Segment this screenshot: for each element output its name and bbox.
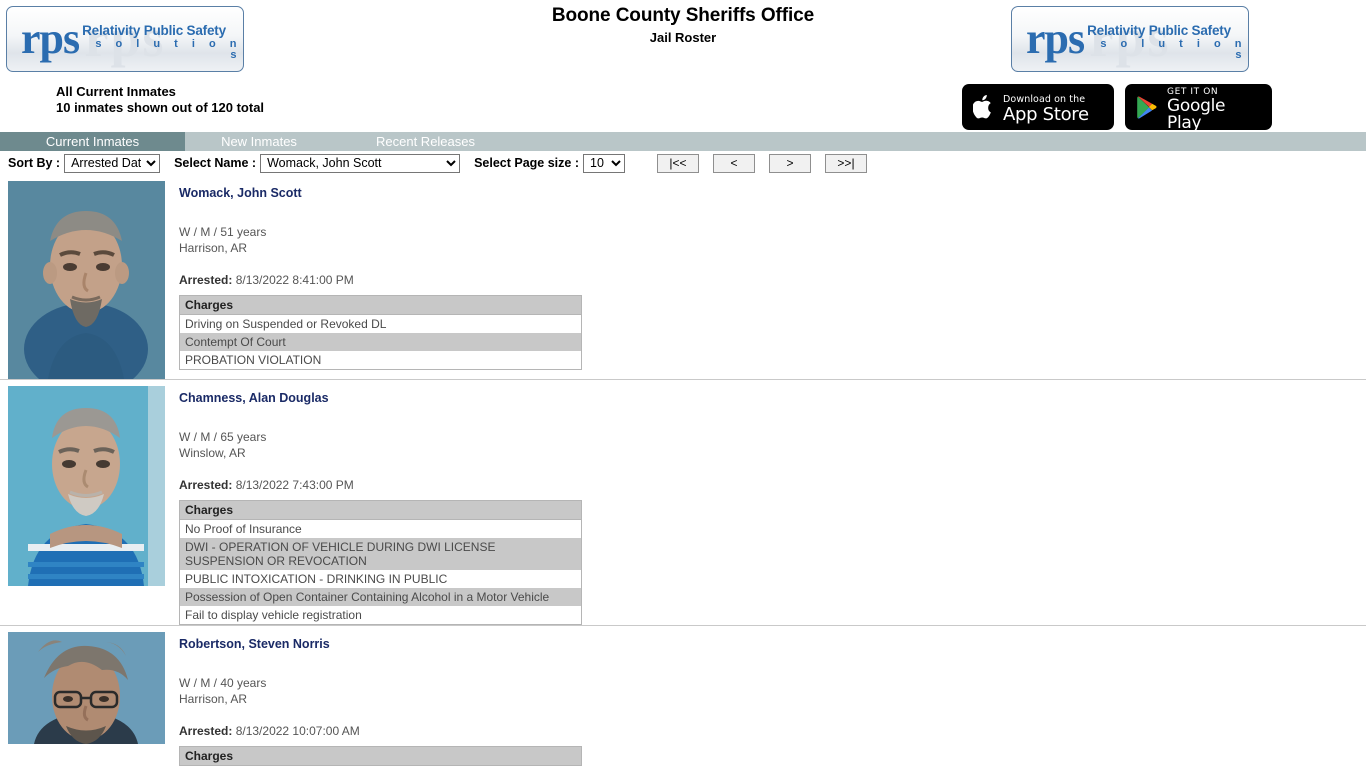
charge-text: PUBLIC INTOXICATION - DRINKING IN PUBLIC: [179, 570, 582, 588]
last-page-button[interactable]: >>|: [825, 153, 867, 173]
first-page-button[interactable]: |<<: [657, 153, 699, 173]
inmate-mugshot[interactable]: [8, 181, 165, 379]
charges-column-header: Charges: [179, 746, 582, 766]
charge-text: No Proof of Insurance: [179, 519, 582, 538]
charge-text: Contempt Of Court: [179, 333, 582, 351]
inmate-demographics: W / M / 51 years: [179, 225, 267, 239]
logo-tagline-line1: Relativity Public Safety: [82, 23, 226, 39]
inmate-city: Winslow, AR: [179, 446, 246, 460]
logo-tagline-line2: s o l u t i o n s: [95, 37, 242, 62]
google-play-icon: [1136, 95, 1159, 120]
arrested-datetime: 8/13/2022 7:43:00 PM: [235, 478, 354, 492]
tab-new-inmates[interactable]: New Inmates: [185, 132, 333, 151]
inmate-arrested: Arrested: 8/13/2022 8:41:00 PM: [179, 273, 1366, 287]
page-header: rps rps Relativity Public Safety s o l u…: [0, 0, 1366, 132]
charges-header-row: Charges: [179, 500, 582, 520]
inmate-record: Womack, John Scott W / M / 51 years Harr…: [0, 175, 1366, 379]
inmate-record: Robertson, Steven Norris W / M / 40 year…: [0, 625, 1366, 766]
charge-row: Possession of Open Container Containing …: [179, 588, 582, 606]
charges-header-row: Charges: [179, 746, 582, 766]
tab-label: Recent Releases: [376, 134, 475, 149]
charges-table: Charges Driving on Suspended or Revoked …: [179, 295, 582, 370]
page-size-select[interactable]: 10: [583, 153, 625, 173]
inmate-demographics: W / M / 40 years: [179, 676, 267, 690]
charge-text: Fail to display vehicle registration: [179, 606, 582, 625]
inmate-mugshot[interactable]: [8, 386, 165, 586]
inmate-city: Harrison, AR: [179, 692, 248, 706]
charge-row: No Proof of Insurance: [179, 519, 582, 538]
app-store-badge[interactable]: Download on the App Store: [962, 84, 1114, 130]
apple-icon: [973, 94, 995, 120]
inmate-arrested: Arrested: 8/13/2022 10:07:00 AM: [179, 724, 1366, 738]
prev-page-button[interactable]: <: [713, 153, 755, 173]
inmate-name-link[interactable]: Womack, John Scott: [179, 186, 1366, 200]
arrested-label: Arrested:: [179, 478, 233, 492]
logo-tagline-line2: s o l u t i o n s: [1100, 37, 1247, 62]
logo-tagline-line1: Relativity Public Safety: [1087, 23, 1231, 39]
sort-by-label: Sort By :: [8, 156, 61, 170]
charges-header-row: Charges: [179, 295, 582, 315]
charge-row: Contempt Of Court: [179, 333, 582, 351]
charge-row: DWI - OPERATION OF VEHICLE DURING DWI LI…: [179, 538, 582, 570]
charge-row: PUBLIC INTOXICATION - DRINKING IN PUBLIC: [179, 570, 582, 588]
summary-line-1: All Current Inmates: [56, 84, 176, 99]
logo-wordmark: rps: [21, 14, 80, 63]
inmate-details: Robertson, Steven Norris W / M / 40 year…: [165, 632, 1366, 766]
google-play-badge-large: Google Play: [1167, 95, 1226, 134]
select-name-select[interactable]: Womack, John Scott: [260, 153, 461, 173]
charges-table: Charges: [179, 746, 582, 766]
charge-text: DWI - OPERATION OF VEHICLE DURING DWI LI…: [179, 538, 582, 570]
inmate-name-link[interactable]: Robertson, Steven Norris: [179, 637, 1366, 651]
charges-column-header: Charges: [179, 500, 582, 520]
arrested-label: Arrested:: [179, 273, 233, 287]
charge-row: PROBATION VIOLATION: [179, 351, 582, 370]
inmate-record: Chamness, Alan Douglas W / M / 65 years …: [0, 379, 1366, 625]
charge-text: PROBATION VIOLATION: [179, 351, 582, 370]
next-page-button[interactable]: >: [769, 153, 811, 173]
logo-wordmark: rps: [1026, 14, 1085, 63]
inmate-demographics: W / M / 65 years: [179, 430, 267, 444]
inmate-arrested: Arrested: 8/13/2022 7:43:00 PM: [179, 478, 1366, 492]
rps-logo-right[interactable]: rps rps Relativity Public Safety s o l u…: [1011, 6, 1249, 72]
inmate-roster: Womack, John Scott W / M / 51 years Harr…: [0, 175, 1366, 766]
charges-column-header: Charges: [179, 295, 582, 315]
inmate-city: Harrison, AR: [179, 241, 248, 255]
charge-row: Fail to display vehicle registration: [179, 606, 582, 625]
charges-table: Charges No Proof of Insurance DWI - OPER…: [179, 500, 582, 625]
tab-label: New Inmates: [221, 134, 297, 149]
inmate-name-link[interactable]: Chamness, Alan Douglas: [179, 391, 1366, 405]
arrested-label: Arrested:: [179, 724, 233, 738]
rps-logo-left[interactable]: rps rps Relativity Public Safety s o l u…: [6, 6, 244, 72]
roster-summary: All Current Inmates 10 inmates shown out…: [56, 84, 264, 115]
google-play-badge[interactable]: GET IT ON Google Play: [1125, 84, 1272, 134]
charge-row: Driving on Suspended or Revoked DL: [179, 314, 582, 333]
roster-tabs: Current Inmates New Inmates Recent Relea…: [0, 132, 1366, 151]
tabbar-filler: [518, 132, 1366, 151]
tab-current-inmates[interactable]: Current Inmates: [0, 132, 185, 151]
tab-recent-releases[interactable]: Recent Releases: [333, 132, 518, 151]
app-badges: Download on the App Store GET IT ON Goog…: [962, 84, 1272, 134]
inmate-details: Womack, John Scott W / M / 51 years Harr…: [165, 181, 1366, 379]
select-name-label: Select Name :: [174, 156, 257, 170]
arrested-datetime: 8/13/2022 10:07:00 AM: [235, 724, 360, 738]
summary-line-2: 10 inmates shown out of 120 total: [56, 99, 265, 115]
arrested-datetime: 8/13/2022 8:41:00 PM: [235, 273, 354, 287]
sort-by-select[interactable]: Arrested Date: [64, 153, 161, 173]
tab-label: Current Inmates: [45, 134, 140, 149]
page-size-label: Select Page size :: [474, 156, 579, 170]
app-store-badge-large: App Store: [1003, 103, 1089, 125]
roster-controls: Sort By : Arrested Date Select Name : Wo…: [0, 151, 1366, 175]
charge-text: Possession of Open Container Containing …: [179, 588, 582, 606]
inmate-details: Chamness, Alan Douglas W / M / 65 years …: [165, 386, 1366, 625]
pagination: |<< < > >>|: [657, 153, 867, 173]
inmate-mugshot[interactable]: [8, 632, 165, 744]
charge-text: Driving on Suspended or Revoked DL: [179, 314, 582, 333]
